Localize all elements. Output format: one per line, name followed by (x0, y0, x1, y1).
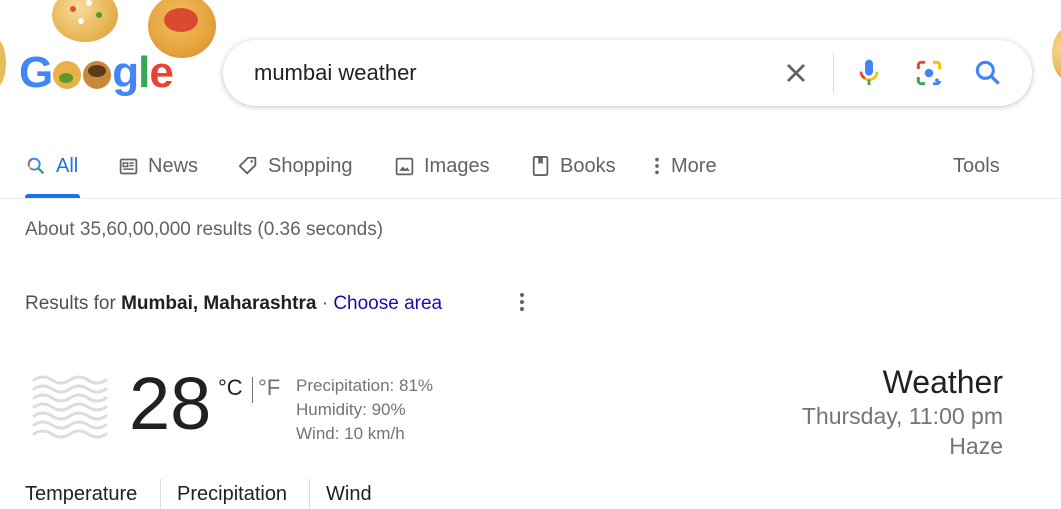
tab-shopping[interactable]: Shopping (237, 150, 353, 182)
unit-celsius[interactable]: °C (218, 375, 243, 401)
humidity-text: Humidity: 90% (296, 400, 406, 419)
weather-tab-divider (160, 479, 161, 509)
temperature-value: 28 (129, 362, 212, 445)
unit-divider (252, 377, 253, 403)
unit-fahrenheit[interactable]: °F (258, 375, 280, 401)
tab-more[interactable]: More (652, 150, 717, 182)
precipitation-text: Precipitation: 81% (296, 376, 434, 395)
book-icon (532, 156, 549, 176)
location-separator: · (321, 293, 329, 314)
tab-books[interactable]: Books (531, 150, 616, 182)
more-options-icon[interactable] (512, 290, 532, 316)
wind-text: Wind: 10 km/h (296, 424, 405, 443)
result-stats: About 35,60,00,000 results (0.36 seconds… (25, 219, 384, 240)
tag-icon (238, 156, 257, 175)
tab-label: More (671, 154, 717, 177)
search-icon (27, 157, 45, 175)
tab-precipitation[interactable]: Precipitation (177, 483, 287, 506)
weather-details: Precipitation: 81% Humidity: 90% Wind: 1… (296, 374, 433, 446)
google-doodle-logo[interactable]: Ggle (19, 48, 174, 98)
tab-wind[interactable]: Wind (326, 483, 372, 506)
microphone-icon[interactable] (853, 57, 885, 89)
location-place: Mumbai, Maharashtra (121, 293, 317, 314)
clear-search-icon[interactable] (780, 57, 812, 89)
tab-label: All (56, 154, 79, 177)
news-icon (119, 158, 138, 174)
tools-button[interactable]: Tools (953, 150, 1000, 182)
doodle-snack-image[interactable] (52, 0, 118, 42)
tab-label: News (148, 154, 199, 177)
google-lens-icon[interactable] (913, 57, 945, 89)
more-vert-icon (655, 157, 659, 175)
doodle-decoration (0, 38, 6, 88)
tab-images[interactable]: Images (394, 150, 490, 182)
choose-area-link[interactable]: Choose area (333, 293, 442, 314)
search-box (223, 40, 1032, 106)
location-notice: Results for Mumbai, Maharashtra · Choose… (25, 293, 442, 315)
doodle-decoration (1052, 28, 1061, 80)
tab-label: Images (424, 154, 490, 177)
tab-temperature[interactable]: Temperature (25, 483, 137, 506)
location-prefix: Results for (25, 293, 116, 314)
tab-news[interactable]: News (118, 150, 198, 182)
tab-label: Shopping (268, 154, 353, 177)
tabs-divider (0, 198, 1061, 199)
search-icon[interactable] (972, 57, 1004, 89)
tab-all[interactable]: All (25, 150, 78, 182)
weather-datetime: Thursday, 11:00 pm (801, 403, 1003, 429)
haze-icon (32, 374, 108, 447)
weather-tab-divider (309, 479, 310, 509)
tab-label: Books (560, 154, 616, 177)
search-divider (833, 53, 834, 93)
tools-label: Tools (953, 154, 1000, 177)
weather-title: Weather (882, 364, 1003, 400)
weather-condition: Haze (949, 433, 1003, 459)
search-input[interactable] (254, 58, 754, 88)
image-icon (395, 157, 414, 175)
